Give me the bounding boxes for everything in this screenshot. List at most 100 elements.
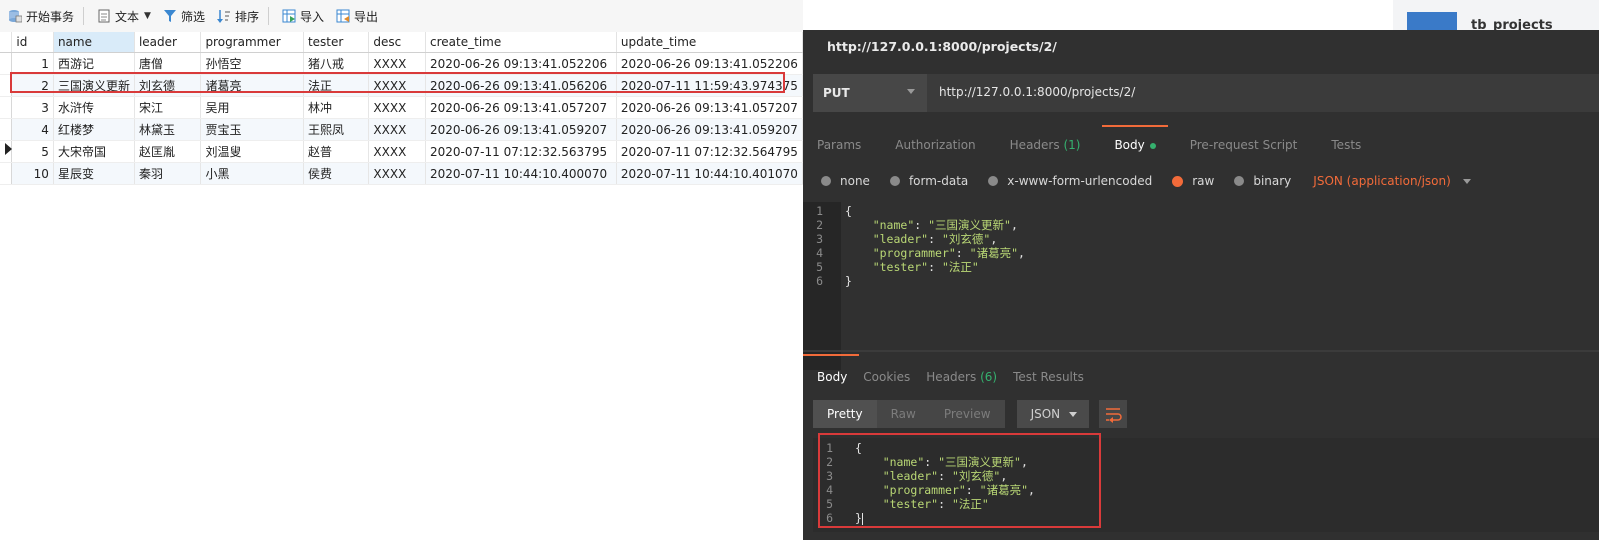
cell-id[interactable]: 5 — [11, 140, 54, 163]
format-select[interactable]: JSON — [1016, 400, 1089, 428]
json-value: "诸葛亮" — [969, 246, 1019, 260]
cell-programmer[interactable]: 贾宝玉 — [200, 118, 304, 141]
code-line: "name": "三国演义更新", — [872, 218, 1018, 232]
cell-desc[interactable]: XXXX — [368, 140, 427, 163]
column-header-desc[interactable]: desc — [368, 32, 427, 53]
radio-raw[interactable] — [1172, 175, 1184, 187]
cell-update-time[interactable]: 2020-07-11 07:12:32.564795 — [616, 140, 804, 163]
cell-create-time[interactable]: 2020-07-11 07:12:32.563795 — [425, 140, 617, 163]
row-indicator[interactable] — [0, 118, 13, 141]
line-number: 1 — [816, 204, 823, 218]
cell-leader[interactable]: 宋江 — [134, 96, 202, 119]
tab-cookies[interactable]: Cookies — [863, 366, 910, 394]
tab-test-results[interactable]: Test Results — [1013, 366, 1084, 394]
tab-response-headers[interactable]: Headers (6) — [926, 366, 997, 394]
cell-tester[interactable]: 王熙凤 — [303, 118, 370, 141]
cell-desc[interactable]: XXXX — [368, 118, 427, 141]
table-icon — [1407, 12, 1457, 30]
row-indicator[interactable] — [0, 96, 13, 119]
cell-create-time[interactable]: 2020-06-26 09:13:41.059207 — [425, 118, 617, 141]
chevron-down-icon: ▼ — [144, 11, 151, 21]
cell-update-time[interactable]: 2020-06-26 09:13:41.059207 — [616, 118, 804, 141]
toolbar-divider — [267, 7, 269, 25]
cell-desc[interactable]: XXXX — [368, 96, 427, 119]
json-key: "tester" — [872, 260, 929, 274]
cell-desc[interactable]: XXXX — [368, 162, 427, 185]
tab-tests[interactable]: Tests — [1331, 134, 1361, 162]
cell-id[interactable]: 10 — [11, 162, 54, 185]
tab-headers[interactable]: Headers (1) — [1010, 134, 1081, 162]
json-sep: , — [990, 232, 998, 246]
column-header-id[interactable]: id — [11, 32, 54, 53]
request-bar: PUT — [813, 74, 1599, 112]
cell-name[interactable]: 大宋帝国 — [53, 140, 135, 163]
cell-create-time[interactable]: 2020-07-11 10:44:10.400070 — [425, 162, 617, 185]
tab-response-body[interactable]: Body — [803, 354, 860, 394]
tab-cookies-label: Cookies — [863, 370, 911, 384]
column-header-programmer[interactable]: programmer — [200, 32, 304, 53]
tab-authorization[interactable]: Authorization — [895, 134, 975, 162]
cell-tester[interactable]: 林冲 — [303, 96, 370, 119]
cell-tester[interactable]: 赵普 — [303, 140, 370, 163]
row-indicator[interactable] — [0, 162, 13, 185]
line-numbers: 1 2 3 4 5 6 — [803, 204, 827, 288]
cell-programmer[interactable]: 小黑 — [200, 162, 304, 185]
pretty-button[interactable]: Pretty — [813, 400, 877, 428]
filter-button[interactable]: 筛选 — [159, 4, 209, 28]
export-button[interactable]: 导出 — [332, 4, 382, 28]
raw-button[interactable]: Raw — [876, 400, 930, 428]
tab-body-label: Body — [1114, 138, 1145, 152]
tab-response-body-label: Body — [817, 370, 848, 384]
column-header-tester[interactable]: tester — [303, 32, 370, 53]
content-type-select[interactable]: JSON (application/json) — [1313, 174, 1451, 188]
radio-binary[interactable] — [1234, 176, 1245, 186]
tab-body[interactable]: Body — [1102, 125, 1168, 162]
cell-leader[interactable]: 赵匡胤 — [134, 140, 202, 163]
column-header-leader[interactable]: leader — [134, 32, 202, 53]
table-row[interactable]: 10 星辰变 秦羽 小黑 侯费 XXXX 2020-07-11 10:44:10… — [0, 162, 804, 185]
request-url-input[interactable] — [937, 84, 1541, 100]
sort-button[interactable]: 排序 — [213, 4, 263, 28]
table-row[interactable]: 3 水浒传 宋江 吴用 林冲 XXXX 2020-06-26 09:13:41.… — [0, 96, 804, 119]
tab-prerequest-label: Pre-request Script — [1189, 138, 1298, 152]
column-header-update-time[interactable]: update_time — [616, 32, 804, 53]
preview-button[interactable]: Preview — [929, 400, 1005, 428]
table-row[interactable]: 5 大宋帝国 赵匡胤 刘温叟 赵普 XXXX 2020-07-11 07:12:… — [0, 140, 804, 163]
cell-id[interactable]: 4 — [11, 118, 54, 141]
code-line: { — [845, 204, 1025, 218]
column-header-create-time[interactable]: create_time — [425, 32, 617, 53]
request-body-editor[interactable]: 1 2 3 4 5 6 { "name": "三国演义更新", "leader"… — [803, 202, 1599, 370]
radio-urlencoded[interactable] — [988, 176, 999, 186]
http-method-select[interactable]: PUT — [813, 74, 927, 112]
table-row[interactable]: 4 红楼梦 林黛玉 贾宝玉 王熙凤 XXXX 2020-06-26 09:13:… — [0, 118, 804, 141]
column-header-name[interactable]: name — [53, 32, 135, 53]
line-number: 6 — [816, 274, 823, 288]
cell-name[interactable]: 星辰变 — [53, 162, 135, 185]
cell-create-time[interactable]: 2020-06-26 09:13:41.057207 — [425, 96, 617, 119]
line-number: 2 — [816, 218, 823, 232]
cell-id[interactable]: 3 — [11, 96, 54, 119]
cell-update-time[interactable]: 2020-06-26 09:13:41.057207 — [616, 96, 804, 119]
cell-programmer[interactable]: 吴用 — [200, 96, 304, 119]
radio-form-data[interactable] — [889, 176, 900, 186]
cell-name[interactable]: 水浒传 — [53, 96, 135, 119]
radio-none[interactable] — [821, 176, 831, 186]
radio-urlencoded-label: x-www-form-urlencoded — [1007, 174, 1153, 188]
text-menu-button[interactable]: 文本 ▼ — [93, 4, 155, 28]
cell-leader[interactable]: 秦羽 — [134, 162, 202, 185]
cell-leader[interactable]: 林黛玉 — [134, 118, 202, 141]
line-number: 4 — [816, 246, 823, 260]
active-tab-indicator — [1102, 125, 1168, 127]
row-indicator-header — [0, 32, 13, 53]
begin-transaction-button[interactable]: 开始事务 — [4, 4, 78, 28]
pane-divider[interactable] — [803, 350, 1599, 352]
cell-update-time[interactable]: 2020-07-11 10:44:10.401070 — [616, 162, 804, 185]
cell-name[interactable]: 红楼梦 — [53, 118, 135, 141]
import-button[interactable]: 导入 — [278, 4, 328, 28]
tab-prerequest-script[interactable]: Pre-request Script — [1190, 134, 1298, 162]
wrap-lines-button[interactable] — [1098, 400, 1127, 428]
cell-tester[interactable]: 侯费 — [303, 162, 370, 185]
cell-programmer[interactable]: 刘温叟 — [200, 140, 304, 163]
tab-params[interactable]: Params — [817, 134, 861, 162]
request-tab-title[interactable]: http://127.0.0.1:8000/projects/2/ — [827, 39, 1057, 54]
